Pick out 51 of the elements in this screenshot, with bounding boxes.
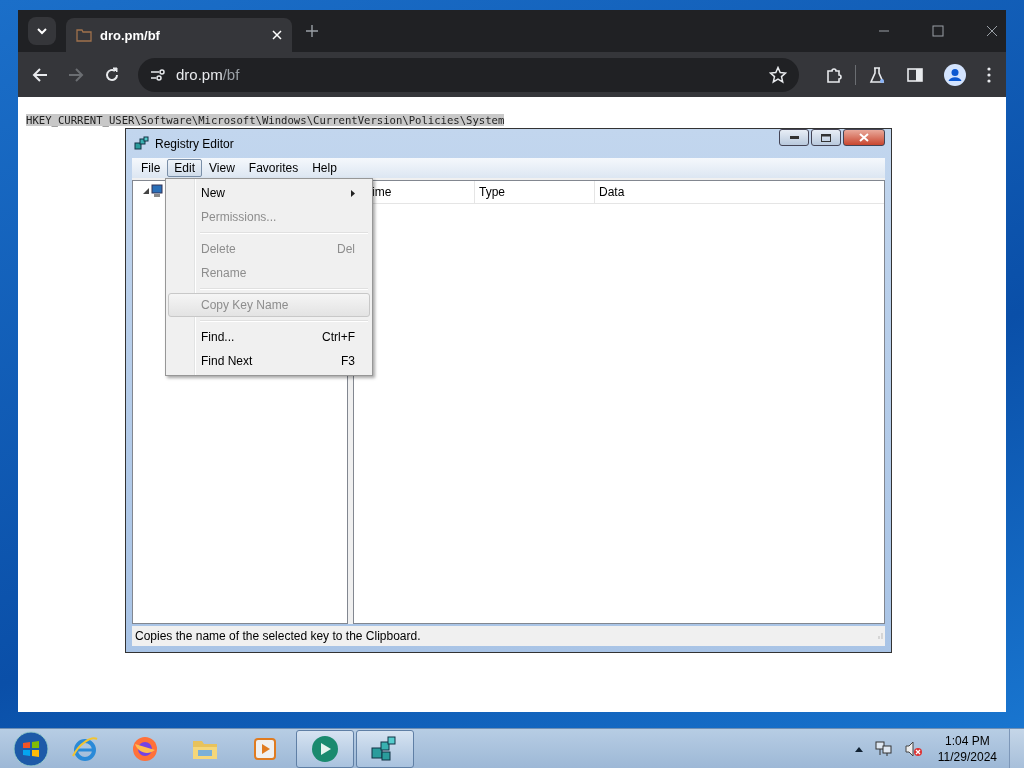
taskbar-button[interactable] [296, 729, 354, 768]
taskbar-button[interactable] [356, 729, 414, 768]
menu-item[interactable]: File [134, 159, 168, 177]
volume-muted-icon[interactable] [904, 740, 923, 757]
menu-item[interactable]: Favorites [241, 159, 306, 177]
menu-item[interactable]: View [202, 159, 242, 177]
site-info-icon[interactable] [150, 67, 166, 82]
close-icon[interactable] [986, 25, 998, 37]
puzzle-icon[interactable] [825, 65, 843, 84]
close-button[interactable] [843, 129, 885, 146]
selected-text: HKEY_CURRENT_USER\Software\Microsoft\Windows\CurrentVersion\Policies\System [26, 114, 505, 126]
page-icon [76, 28, 92, 42]
browser-tab[interactable]: dro.pm/bf [66, 18, 292, 52]
minimize-icon [789, 135, 799, 140]
resize-grip-icon[interactable] [875, 632, 883, 640]
play-circle-icon [310, 733, 340, 764]
expand-arrow-icon[interactable] [143, 188, 149, 194]
menu-item[interactable]: Help [305, 159, 344, 177]
menu-entry[interactable]: Find Next F3 [168, 349, 370, 373]
url-text: dro.pm/bf [176, 66, 240, 83]
reload-icon[interactable] [104, 66, 120, 83]
show-hidden-icons-icon[interactable] [854, 745, 863, 752]
minimize-button[interactable] [779, 129, 809, 146]
date-text: 11/29/2024 [937, 748, 997, 765]
tab-title: dro.pm/bf [100, 27, 161, 43]
profile-icon[interactable] [944, 63, 966, 86]
menu-icon[interactable] [986, 66, 992, 83]
time-text: 1:04 PM [945, 732, 990, 749]
column-header[interactable]: Type [475, 181, 595, 203]
computer-icon[interactable] [151, 184, 165, 198]
tab-search-button[interactable] [28, 17, 56, 45]
close-icon [859, 133, 869, 142]
back-icon[interactable] [32, 66, 48, 83]
flask-icon[interactable] [868, 65, 886, 84]
chevron-down-icon [36, 25, 48, 37]
address-bar[interactable]: dro.pm/bf [138, 57, 799, 92]
cubes-icon [134, 135, 150, 152]
status-text: Copies the name of the selected key to the Clipboard. [135, 629, 421, 643]
clock[interactable]: 1:04 PM 11/29/2024 [937, 732, 997, 765]
maximize-button[interactable] [811, 129, 841, 146]
new-tab-icon[interactable] [306, 25, 318, 37]
menu-entry[interactable]: Find... Ctrl+F [168, 325, 370, 349]
column-header[interactable]: Data [595, 181, 884, 203]
network-icon[interactable] [874, 740, 893, 757]
window-title: Registry Editor [155, 136, 234, 151]
menu-item[interactable]: Edit [167, 159, 203, 177]
maximize-icon[interactable] [932, 25, 944, 37]
start-button[interactable] [13, 730, 49, 767]
star-icon[interactable] [769, 65, 787, 84]
maximize-icon [821, 133, 831, 142]
side-panel-icon[interactable] [906, 65, 924, 84]
